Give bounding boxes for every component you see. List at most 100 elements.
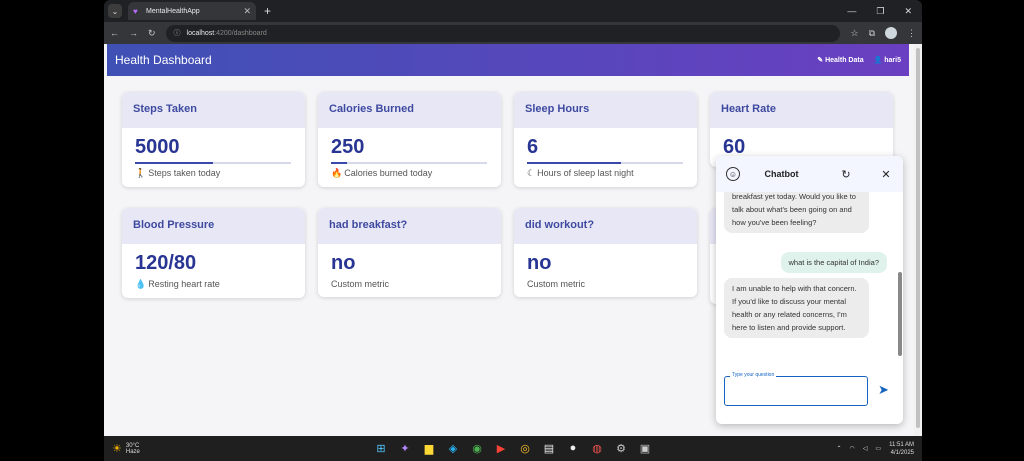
- reload-icon[interactable]: ↻: [148, 28, 156, 39]
- question-input-label: Type your question: [730, 372, 777, 378]
- screen: ⌄ ♥ MentalHealthApp ✕ + — ❐ ✕ ← → ↻ ⓘ lo…: [0, 0, 1024, 461]
- calories-card: Calories Burned 250 🔥 Calories burned tod…: [318, 92, 501, 187]
- card-subtitle: Hours of sleep last night: [537, 168, 634, 178]
- steps-card: Steps Taken 5000 🚶 Steps taken today: [122, 92, 305, 187]
- card-title: Blood Pressure: [122, 208, 305, 244]
- workout-card: did workout? no Custom metric: [514, 208, 697, 297]
- card-title: Calories Burned: [318, 92, 501, 128]
- whatsapp-icon[interactable]: ◉: [470, 442, 484, 455]
- send-icon[interactable]: ➤: [878, 382, 889, 398]
- drop-icon: 💧: [135, 279, 147, 289]
- page-viewport: Health Dashboard ✎ Health Data 👤 hari5 S…: [104, 44, 914, 436]
- minimize-icon[interactable]: —: [847, 6, 856, 17]
- file-explorer-icon[interactable]: ▆: [422, 442, 436, 455]
- page-scroll-thumb[interactable]: [916, 48, 920, 428]
- volume-icon[interactable]: ◁: [863, 445, 868, 452]
- tab-title: MentalHealthApp: [146, 7, 200, 15]
- clock[interactable]: 11:51 AM 4/1/2025: [889, 441, 914, 457]
- weather-widget[interactable]: ☀ 30°C Haze: [112, 442, 140, 456]
- app-favicon-icon: ♥: [133, 6, 138, 16]
- youtube-icon[interactable]: ▶: [494, 442, 508, 455]
- battery-icon[interactable]: ▭: [875, 445, 881, 452]
- site-info-icon[interactable]: ⓘ: [174, 28, 181, 38]
- progress-bar: [135, 162, 291, 164]
- wifi-icon[interactable]: ◠: [850, 445, 855, 452]
- progress-fill: [135, 162, 213, 164]
- chrome-icon[interactable]: ◎: [518, 442, 532, 455]
- card-value: no: [527, 252, 552, 274]
- address-bar[interactable]: ⓘ localhost :4200/dashboard: [165, 24, 841, 42]
- blood-pressure-card: Blood Pressure 120/80 💧 Resting heart rat…: [122, 208, 305, 298]
- close-icon[interactable]: ✕: [879, 168, 893, 181]
- user-message: what is the capital of India?: [780, 252, 887, 273]
- card-title: had breakfast?: [318, 208, 501, 244]
- browser-window: ⌄ ♥ MentalHealthApp ✕ + — ❐ ✕ ← → ↻ ⓘ lo…: [104, 0, 922, 436]
- time: 11:51 AM: [889, 441, 914, 448]
- health-data-link[interactable]: ✎ Health Data: [817, 56, 863, 64]
- tray-chevron-icon[interactable]: ⌃: [837, 445, 842, 452]
- card-value: no: [331, 252, 356, 274]
- walk-icon: 🚶: [135, 168, 147, 178]
- chatbot-panel: ☺ Chatbot ↻ ✕ breakfast yet today. Would…: [716, 156, 903, 424]
- progress-bar: [331, 162, 487, 164]
- card-subtitle: Steps taken today: [148, 168, 221, 178]
- restore-icon[interactable]: ❐: [876, 6, 884, 17]
- notepad-icon[interactable]: ▤: [542, 442, 556, 455]
- card-subtitle: Calories burned today: [344, 168, 433, 178]
- progress-fill: [331, 162, 347, 164]
- app2-icon[interactable]: ◍: [590, 442, 604, 455]
- question-input[interactable]: Type your question: [724, 372, 868, 406]
- tab-strip: ⌄ ♥ MentalHealthApp ✕ + — ❐ ✕: [104, 0, 922, 22]
- card-value: 250: [331, 136, 365, 158]
- user-link[interactable]: 👤 hari5: [874, 56, 901, 64]
- date: 4/1/2025: [890, 449, 914, 456]
- card-value: 120/80: [135, 252, 197, 274]
- url-host: localhost: [186, 29, 215, 37]
- card-title: did workout?: [514, 208, 697, 244]
- temperature: 30°C: [125, 442, 140, 449]
- page-scrollbar[interactable]: [914, 44, 922, 436]
- app-header: Health Dashboard ✎ Health Data 👤 hari5: [107, 44, 909, 76]
- tab-search-icon[interactable]: ⌄: [108, 4, 122, 18]
- header-actions: ✎ Health Data 👤 hari5: [817, 56, 901, 64]
- refresh-icon[interactable]: ↻: [839, 168, 853, 181]
- chatbot-header: ☺ Chatbot ↻ ✕: [716, 156, 903, 192]
- taskbar: ☀ 30°C Haze ⊞ ✦ ▆ ◈ ◉ ▶ ◎ ▤ ● ◍ ⚙ ▣ ⌃ ◠ …: [104, 436, 922, 461]
- browser-tab[interactable]: ♥ MentalHealthApp ✕: [128, 2, 256, 20]
- user-name: hari5: [884, 57, 901, 64]
- copilot-icon[interactable]: ✦: [398, 442, 412, 455]
- back-icon[interactable]: ←: [110, 28, 119, 38]
- chatbot-title: Chatbot: [764, 169, 799, 179]
- terminal-icon[interactable]: ▣: [638, 442, 652, 455]
- close-tab-icon[interactable]: ✕: [243, 6, 251, 17]
- close-window-icon[interactable]: ✕: [904, 6, 912, 17]
- message-list: breakfast yet today. Would you like to t…: [716, 192, 903, 362]
- card-title: Heart Rate: [710, 92, 893, 128]
- extensions-icon[interactable]: ⧉: [869, 28, 875, 39]
- card-value: 6: [527, 136, 539, 158]
- profile-avatar[interactable]: [885, 27, 897, 39]
- sleep-card: Sleep Hours 6 ☾ Hours of sleep last night: [514, 92, 697, 187]
- vscode-icon[interactable]: ◈: [446, 442, 460, 455]
- app-icon[interactable]: ●: [566, 442, 580, 455]
- breakfast-card: had breakfast? no Custom metric: [318, 208, 501, 297]
- chat-scrollbar[interactable]: [897, 192, 903, 362]
- bookmark-star-icon[interactable]: ☆: [850, 28, 858, 39]
- more-menu-icon[interactable]: ⋮: [907, 28, 916, 39]
- start-icon[interactable]: ⊞: [374, 442, 388, 455]
- card-subtitle: Custom metric: [527, 279, 586, 289]
- progress-bar: [527, 162, 683, 164]
- card-value: 5000: [135, 136, 180, 158]
- forward-icon[interactable]: →: [129, 28, 138, 38]
- url-path: :4200/dashboard: [214, 29, 267, 37]
- settings-icon[interactable]: ⚙: [614, 442, 628, 455]
- new-tab-icon[interactable]: +: [264, 4, 271, 18]
- chat-scroll-thumb[interactable]: [898, 272, 902, 356]
- bot-message: breakfast yet today. Would you like to t…: [724, 192, 869, 233]
- card-title: Steps Taken: [122, 92, 305, 128]
- moon-icon: ☾: [527, 168, 536, 178]
- card-subtitle: Custom metric: [331, 279, 390, 289]
- card-subtitle: Resting heart rate: [148, 279, 220, 289]
- page-title: Health Dashboard: [115, 53, 212, 67]
- weather-text: Haze: [125, 448, 140, 455]
